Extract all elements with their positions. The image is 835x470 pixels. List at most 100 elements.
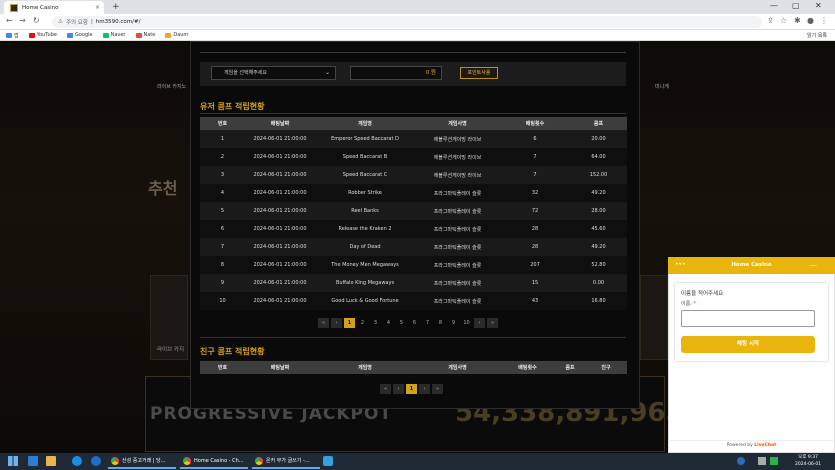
task-view-icon[interactable] [28,456,38,466]
share-icon[interactable]: ⇪ [767,16,774,25]
taskbar-app-2[interactable]: Home Casino - Ch... [180,454,248,469]
minimize-icon[interactable]: — [770,1,778,10]
more-options-icon[interactable]: ••• [675,261,686,268]
pager-nav-button[interactable]: ‹ [331,318,342,328]
page-button[interactable]: 6 [409,318,420,328]
url-text: hm3590.com/#/ [95,19,141,25]
bookmark-nate[interactable]: Nate [135,32,155,38]
extensions-icon[interactable]: ✱ [794,16,801,25]
bg-nav-mini[interactable]: 미니게 [655,83,669,90]
table-cell: 에볼루션게이밍 라이브 [415,148,500,166]
back-icon[interactable]: ← [6,16,13,25]
page-button[interactable]: 3 [370,318,381,328]
table-cell: Day of Dead [315,238,415,256]
reload-icon[interactable]: ↻ [33,16,40,25]
taskbar-app-3[interactable]: 온카 부가 글쓰기 -... [252,454,320,469]
bookmark-youtube[interactable]: YouTube [28,32,57,38]
points-field[interactable]: 0 원 [350,66,442,80]
table-cell: 49.20 [570,184,627,202]
table-cell: 45.60 [570,220,627,238]
bg-promo-text: 추천 [148,179,178,198]
browser-tab[interactable]: Home Casino × [4,1,104,14]
page-button[interactable]: 8 [435,318,446,328]
forward-icon[interactable]: → [19,16,26,25]
table-row: 2 2024-06-01 21:00:00 Speed Baccarat B 에볼루션… [200,148,627,166]
bookmark-star-icon[interactable]: ☆ [780,16,787,25]
use-points-button[interactable]: 포인트사용 [460,67,498,79]
table-cell: 32 [500,184,570,202]
page-button[interactable]: 10 [461,318,472,328]
edge-icon[interactable] [72,456,82,466]
name-input[interactable] [681,310,815,327]
close-tab-icon[interactable]: × [95,4,100,11]
table-row: 1 2024-06-01 21:00:00 Emperor Speed Baccar… [200,130,627,148]
profile-icon[interactable]: ● [807,16,814,25]
windows-start-icon[interactable] [8,456,18,466]
table-cell: Robber Strike [315,184,415,202]
bookmark-naver[interactable]: Naver [102,32,126,38]
reading-list[interactable]: 읽기 목록 [807,32,827,39]
security-label: 주의 요함 [65,20,88,26]
table-cell: 2024-06-01 21:00:00 [245,148,315,166]
page-button[interactable]: 7 [422,318,433,328]
ie-icon[interactable] [91,456,101,466]
maximize-icon[interactable]: ▢ [792,1,800,10]
page-button[interactable]: 5 [396,318,407,328]
bg-game-card-right[interactable] [640,275,668,360]
pager-nav-button[interactable]: » [487,318,498,328]
bookmark-daum[interactable]: Daum [165,32,188,38]
table-header: 번호 배팅날짜 게임명 게임사명 배팅횟수 콤프 [200,117,627,130]
table-cell: 15 [500,274,570,292]
pager-nav-button[interactable]: » [432,384,443,394]
game-select[interactable]: 게임을 선택해주세요 ⌄ [211,66,336,80]
minimize-chat-icon[interactable]: — [810,261,817,269]
table-cell: 2024-06-01 21:00:00 [245,202,315,220]
menu-icon[interactable]: ⋮ [820,16,828,25]
bookmarks-bar: 앱 YouTube Google Naver Nate Daum 읽기 목록 [0,30,835,41]
table-cell: Emperor Speed Baccarat D [315,130,415,148]
new-tab-button[interactable]: + [112,2,120,12]
tray-icon[interactable] [770,457,778,465]
table-cell: 프라그마틱플레이 슬롯 [415,238,500,256]
table-cell: Reel Banks [315,202,415,220]
table-cell: 프라그마틱플레이 슬롯 [415,274,500,292]
table-row: 3 2024-06-01 21:00:00 Speed Baccarat C 에볼루션… [200,166,627,184]
bookmark-apps[interactable]: 앱 [6,32,19,39]
tray-icon[interactable] [737,457,745,465]
bookmark-google[interactable]: Google [66,32,93,38]
address-bar[interactable]: ⚠ 주의 요함 | hm3590.com/#/ [52,16,762,28]
pager-nav-button[interactable]: › [419,384,430,394]
pager-nav-button[interactable]: « [318,318,329,328]
tray-icon[interactable] [758,457,766,465]
table-cell: 10 [200,292,245,310]
bg-nav-live[interactable]: 라이브 카지노 [157,83,186,90]
page-button[interactable]: 1 [406,384,417,394]
user-comp-pager: «‹ 1 2 3 4 5 6 7 8 9 10 ›» [318,318,498,328]
table-row: 4 2024-06-01 21:00:00 Robber Strike 프라그마틱플레… [200,184,627,202]
system-clock[interactable]: 오후 9:37 2024-06-01 [795,454,821,468]
table-cell: 2024-06-01 21:00:00 [245,274,315,292]
table-cell: 43 [500,292,570,310]
table-row: 7 2024-06-01 21:00:00 Day of Dead 프라그마틱플레이 … [200,238,627,256]
table-header: 번호 배팅날짜 게임명 게임사명 배팅횟수 콤프 친구 [200,361,627,374]
col-header: 번호 [200,117,245,130]
table-cell: 9 [200,274,245,292]
table-cell: 2024-06-01 21:00:00 [245,130,315,148]
start-chat-button[interactable]: 채팅 시작 [681,336,815,353]
table-cell: 64.00 [570,148,627,166]
pager-nav-button[interactable]: › [474,318,485,328]
pager-nav-button[interactable]: « [380,384,391,394]
file-explorer-icon[interactable] [46,456,56,466]
close-window-icon[interactable]: ✕ [815,1,822,10]
page-button[interactable]: 9 [448,318,459,328]
pager-nav-button[interactable]: ‹ [393,384,404,394]
page-button[interactable]: 2 [357,318,368,328]
table-cell: Good Luck & Good Fortune [315,292,415,310]
page-button[interactable]: 1 [344,318,355,328]
livechat-logo[interactable]: LiveChat [754,443,776,448]
taskbar-app-1[interactable]: 산성 중고거래 | 당... [108,454,176,469]
table-cell: 52.80 [570,256,627,274]
bird-app-icon[interactable] [323,456,333,466]
warning-icon: ⚠ [58,19,63,25]
page-button[interactable]: 4 [383,318,394,328]
